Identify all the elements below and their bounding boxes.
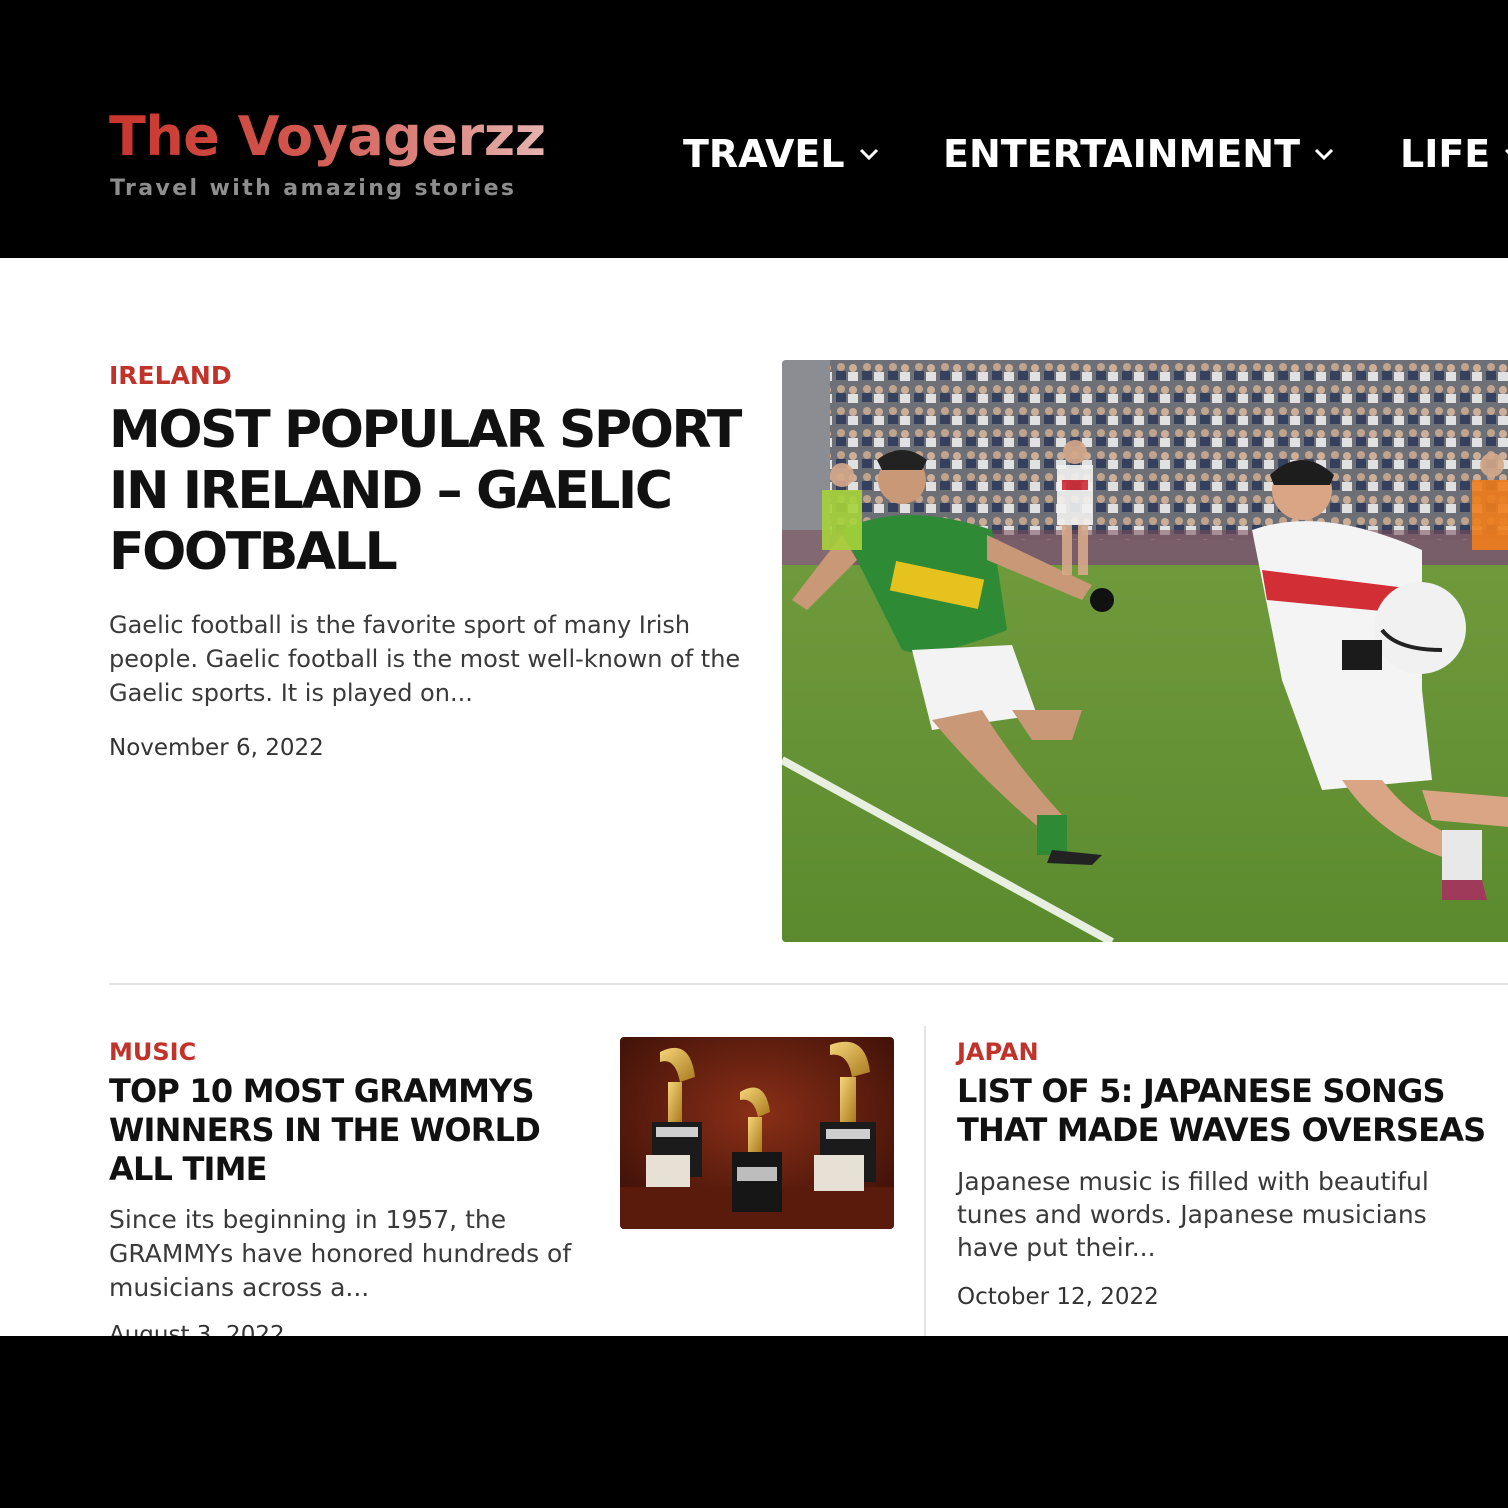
site-header: The Voyagerzz Travel with amazing storie… [0, 0, 1508, 258]
nav-item-travel[interactable]: TRAVEL [683, 132, 881, 176]
nav-item-entertainment[interactable]: ENTERTAINMENT [943, 132, 1336, 176]
site-logo[interactable]: The Voyagerzz [109, 104, 546, 170]
post-title-link[interactable]: LIST OF 5: JAPANESE SONGS THAT MADE WAVE… [957, 1072, 1508, 1150]
post-date: October 12, 2022 [957, 1284, 1159, 1310]
featured-category-link[interactable]: IRELAND [109, 361, 232, 390]
featured-excerpt: Gaelic football is the favorite sport of… [109, 611, 741, 707]
column-divider [924, 1026, 926, 1336]
grammy-trophies-photo [620, 1037, 894, 1229]
nav-item-label: TRAVEL [683, 132, 845, 176]
post-excerpt: Since its beginning in 1957, the GRAMMYs… [109, 1205, 572, 1302]
nav-item-life[interactable]: LIFE [1400, 132, 1508, 176]
chevron-down-icon [1314, 148, 1334, 161]
featured-image[interactable] [782, 360, 1508, 942]
nav-item-label: ENTERTAINMENT [943, 132, 1301, 176]
featured-date: November 6, 2022 [109, 735, 324, 761]
gaelic-football-photo [782, 360, 1508, 942]
post-date: August 3, 2022 [109, 1322, 285, 1336]
post-category-link[interactable]: JAPAN [957, 1038, 1039, 1066]
site-tagline: Travel with amazing stories [110, 176, 517, 201]
post-category-link[interactable]: MUSIC [109, 1038, 196, 1066]
section-divider [109, 983, 1508, 985]
nav-item-label: LIFE [1400, 132, 1491, 176]
post-excerpt: Japanese music is filled with beautiful … [957, 1167, 1429, 1262]
chevron-down-icon [1505, 148, 1508, 154]
post-image-grammys[interactable] [620, 1037, 894, 1229]
main-content: IRELAND MOST POPULAR SPORT IN IRELAND – … [0, 258, 1508, 1336]
chevron-down-icon [859, 148, 878, 161]
featured-title-link[interactable]: MOST POPULAR SPORT IN IRELAND – GAELIC F… [109, 400, 759, 583]
post-title-link[interactable]: TOP 10 MOST GRAMMYS WINNERS IN THE WORLD… [109, 1072, 599, 1189]
